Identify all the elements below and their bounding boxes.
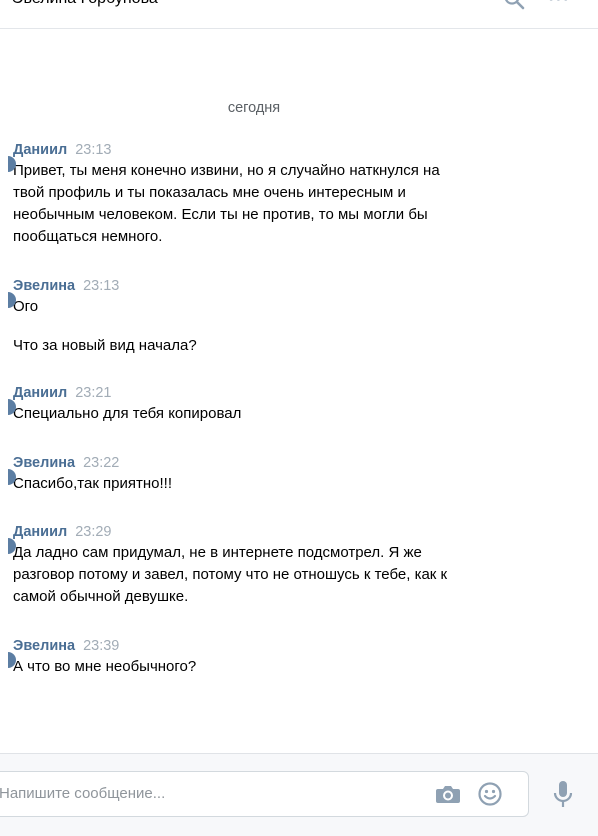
message-input[interactable] <box>0 772 429 814</box>
more-icon[interactable]: ••• <box>548 0 570 9</box>
message-author[interactable]: Даниил <box>13 142 67 158</box>
camera-icon[interactable] <box>435 782 461 806</box>
emoji-icon[interactable] <box>477 781 503 807</box>
message-header: Даниил 23:21 <box>13 383 513 403</box>
message-time: 23:21 <box>75 385 112 401</box>
message-author[interactable]: Эвелина <box>13 278 75 294</box>
message-author[interactable]: Эвелина <box>13 638 75 654</box>
message-author[interactable]: Эвелина <box>13 455 75 471</box>
message-header: Эвелина 23:13 <box>13 276 513 296</box>
message-input-box[interactable] <box>0 771 529 817</box>
message-time: 23:29 <box>75 524 112 540</box>
microphone-icon[interactable] <box>552 780 574 810</box>
message-group: Даниил 23:29 Да ладно сам придумал, не в … <box>8 522 513 608</box>
message-group: Эвелина 23:13 Ого <box>8 276 513 318</box>
message-text: Спасибо,так приятно!!! <box>13 475 173 492</box>
message-text: Да ладно сам придумал, не в интернете по… <box>13 544 448 605</box>
chat-header: Эвелина Горбунова ••• <box>0 0 598 29</box>
message-time: 23:39 <box>83 638 120 654</box>
message-composer <box>0 753 598 836</box>
search-icon[interactable] <box>503 0 525 10</box>
message-group: Эвелина 23:22 Спасибо,так приятно!!! <box>8 453 513 495</box>
message-text: Специально для тебя копировал <box>13 405 242 422</box>
date-separator: сегодня <box>227 100 281 116</box>
message-text: Ого <box>13 298 39 315</box>
message-time: 23:22 <box>83 455 120 471</box>
message-author[interactable]: Даниил <box>13 524 67 540</box>
message-group: Эвелина 23:39 А что во мне необычного? <box>8 636 513 678</box>
message-author[interactable]: Даниил <box>13 385 67 401</box>
message-header: Даниил 23:29 <box>13 522 513 542</box>
message-text: Что за новый вид начала? <box>13 337 197 354</box>
message-group: Даниил 23:13 Привет, ты меня конечно изви… <box>8 140 513 248</box>
message-header: Эвелина 23:22 <box>13 453 513 473</box>
chat-title: Эвелина Горбунова <box>12 0 158 8</box>
message-text-continued: Что за новый вид начала? <box>13 335 513 357</box>
message-header: Эвелина 23:39 <box>13 636 513 656</box>
message-time: 23:13 <box>75 142 112 158</box>
message-header: Даниил 23:13 <box>13 140 513 160</box>
message-group: Даниил 23:21 Специально для тебя копирова… <box>8 383 513 425</box>
message-text: Привет, ты меня конечно извини, но я слу… <box>13 162 440 245</box>
message-text: А что во мне необычного? <box>13 658 197 675</box>
message-time: 23:13 <box>83 278 120 294</box>
